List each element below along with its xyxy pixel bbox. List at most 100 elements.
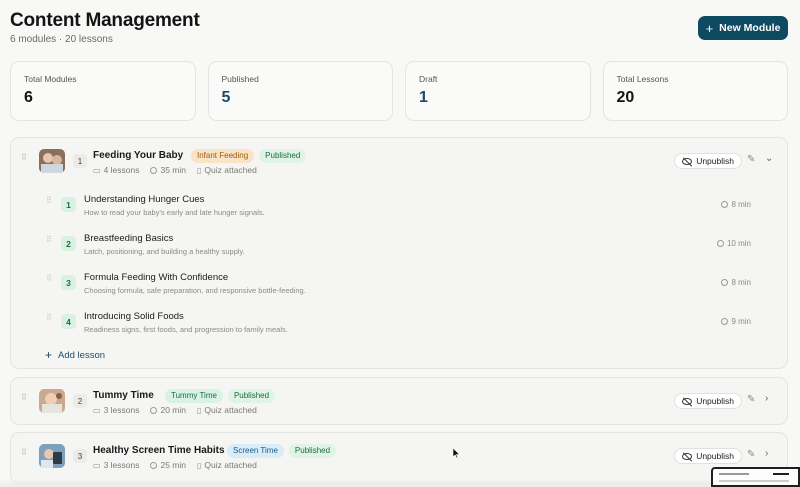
lesson-number: 1 — [61, 197, 76, 212]
unpublish-label: Unpublish — [696, 451, 734, 461]
module-header[interactable]: ⠿ 2 Tummy Time Tummy Time Published ▭ 3 l… — [11, 378, 787, 426]
mouse-cursor-icon — [453, 448, 460, 458]
lesson-duration-value: 10 min — [726, 239, 751, 248]
page-subtitle: 6 modules · 20 lessons — [10, 34, 113, 45]
chevron-down-icon[interactable]: ⌄ — [765, 154, 775, 164]
window-thumbnail-preview[interactable] — [711, 467, 800, 487]
module-card-healthy-screen-time-habits: ⠿ 3 Healthy Screen Time Habits Screen Ti… — [10, 432, 788, 484]
unpublish-label: Unpublish — [696, 156, 734, 166]
lesson-count: 3 lessons — [103, 460, 140, 470]
plus-icon: + — [45, 348, 53, 362]
stat-card-draft: Draft 1 — [405, 61, 591, 121]
preview-line — [773, 473, 789, 475]
pencil-icon[interactable]: ✎ — [747, 395, 757, 405]
lesson-duration: 8 min — [721, 278, 751, 287]
stat-label: Total Modules — [24, 74, 77, 84]
clipboard-icon: ▯ — [197, 405, 202, 415]
lesson-row[interactable]: ⠿ 1 Understanding Hunger Cues How to rea… — [11, 188, 787, 226]
clock-icon — [150, 166, 158, 174]
quiz-status: Quiz attached — [204, 460, 257, 470]
lesson-title: Formula Feeding With Confidence — [84, 272, 229, 283]
lesson-duration-value: 9 min — [731, 317, 751, 326]
module-order: 2 — [73, 394, 87, 408]
preview-line — [719, 473, 749, 475]
eye-off-icon — [682, 157, 693, 165]
module-order: 3 — [73, 449, 87, 463]
module-card-tummy-time: ⠿ 2 Tummy Time Tummy Time Published ▭ 3 l… — [10, 377, 788, 425]
stat-label: Total Lessons — [616, 74, 669, 84]
preview-line — [719, 480, 789, 482]
drag-handle-icon[interactable]: ⠿ — [46, 314, 52, 322]
lesson-number: 4 — [61, 314, 76, 329]
pencil-icon[interactable]: ✎ — [747, 155, 757, 165]
lesson-title: Understanding Hunger Cues — [84, 194, 205, 205]
stat-card-total-modules: Total Modules 6 — [10, 61, 196, 121]
stat-label: Draft — [419, 74, 438, 84]
clock-icon — [150, 406, 158, 414]
module-header[interactable]: ⠿ 1 Feeding Your Baby Infant Feeding Pub… — [11, 138, 787, 186]
module-thumbnail — [39, 444, 65, 468]
drag-handle-icon[interactable]: ⠿ — [46, 197, 52, 205]
module-card-feeding-your-baby: ⠿ 1 Feeding Your Baby Infant Feeding Pub… — [10, 137, 788, 369]
lesson-duration-value: 8 min — [731, 278, 751, 287]
lesson-description: Latch, positioning, and building a healt… — [84, 247, 245, 256]
content-management-page: Content Management 6 modules · 20 lesson… — [0, 0, 800, 487]
status-badge: Published — [259, 149, 307, 163]
lesson-duration: 10 min — [716, 239, 751, 248]
module-meta: ▭ 4 lessons 35 min ▯ Quiz attached — [93, 165, 257, 175]
unpublish-button[interactable]: Unpublish — [674, 153, 742, 169]
page-header: Content Management 6 modules · 20 lesson… — [10, 10, 788, 50]
module-duration: 20 min — [160, 405, 186, 415]
pencil-icon[interactable]: ✎ — [747, 450, 757, 460]
lesson-count: 4 lessons — [103, 165, 140, 175]
eye-off-icon — [682, 397, 693, 405]
module-tags: Infant Feeding Published — [191, 149, 307, 163]
lesson-row[interactable]: ⠿ 4 Introducing Solid Foods Readiness si… — [11, 305, 787, 343]
chevron-right-icon[interactable]: › — [765, 394, 775, 404]
book-icon: ▭ — [93, 405, 101, 415]
lesson-duration: 8 min — [721, 200, 751, 209]
module-tags: Tummy Time Published — [165, 389, 276, 403]
clock-icon — [721, 279, 729, 286]
lesson-description: How to read your baby's early and late h… — [84, 208, 265, 217]
chevron-right-icon[interactable]: › — [765, 449, 775, 459]
stat-value: 20 — [616, 89, 635, 106]
status-badge: Published — [227, 389, 276, 403]
unpublish-button[interactable]: Unpublish — [674, 448, 742, 464]
stat-value: 1 — [419, 89, 428, 106]
lesson-title: Introducing Solid Foods — [84, 311, 184, 322]
module-header[interactable]: ⠿ 3 Healthy Screen Time Habits Screen Ti… — [11, 433, 787, 481]
new-module-button[interactable]: + New Module — [698, 16, 788, 40]
module-order: 1 — [73, 154, 87, 168]
module-title: Healthy Screen Time Habits — [93, 445, 225, 456]
lesson-duration-value: 8 min — [731, 200, 751, 209]
module-meta: ▭ 3 lessons 20 min ▯ Quiz attached — [93, 405, 257, 415]
lesson-number: 3 — [61, 275, 76, 290]
drag-handle-icon[interactable]: ⠿ — [21, 394, 29, 408]
drag-handle-icon[interactable]: ⠿ — [21, 154, 29, 168]
module-thumbnail — [39, 389, 65, 413]
module-tags: Screen Time Published — [227, 444, 337, 458]
new-module-label: New Module — [719, 22, 781, 34]
clock-icon — [721, 201, 729, 208]
category-badge: Infant Feeding — [191, 149, 255, 163]
lesson-count: 3 lessons — [103, 405, 140, 415]
stat-label: Published — [221, 74, 259, 84]
module-duration: 35 min — [160, 165, 186, 175]
lesson-row[interactable]: ⠿ 3 Formula Feeding With Confidence Choo… — [11, 266, 787, 304]
drag-handle-icon[interactable]: ⠿ — [46, 275, 52, 283]
eye-off-icon — [682, 452, 693, 460]
stat-card-total-lessons: Total Lessons 20 — [602, 61, 788, 121]
module-title: Tummy Time — [93, 390, 154, 401]
drag-handle-icon[interactable]: ⠿ — [21, 449, 29, 463]
page-title: Content Management — [10, 10, 200, 31]
stat-card-published: Published 5 — [207, 61, 393, 121]
clipboard-icon: ▯ — [197, 460, 202, 470]
unpublish-button[interactable]: Unpublish — [674, 393, 742, 409]
drag-handle-icon[interactable]: ⠿ — [46, 236, 52, 244]
lesson-title: Breastfeeding Basics — [84, 233, 174, 244]
lesson-row[interactable]: ⠿ 2 Breastfeeding Basics Latch, position… — [11, 227, 787, 265]
add-lesson-button[interactable]: + Add lesson — [45, 349, 105, 361]
lesson-description: Choosing formula, safe preparation, and … — [84, 286, 306, 295]
category-badge: Screen Time — [227, 444, 284, 458]
